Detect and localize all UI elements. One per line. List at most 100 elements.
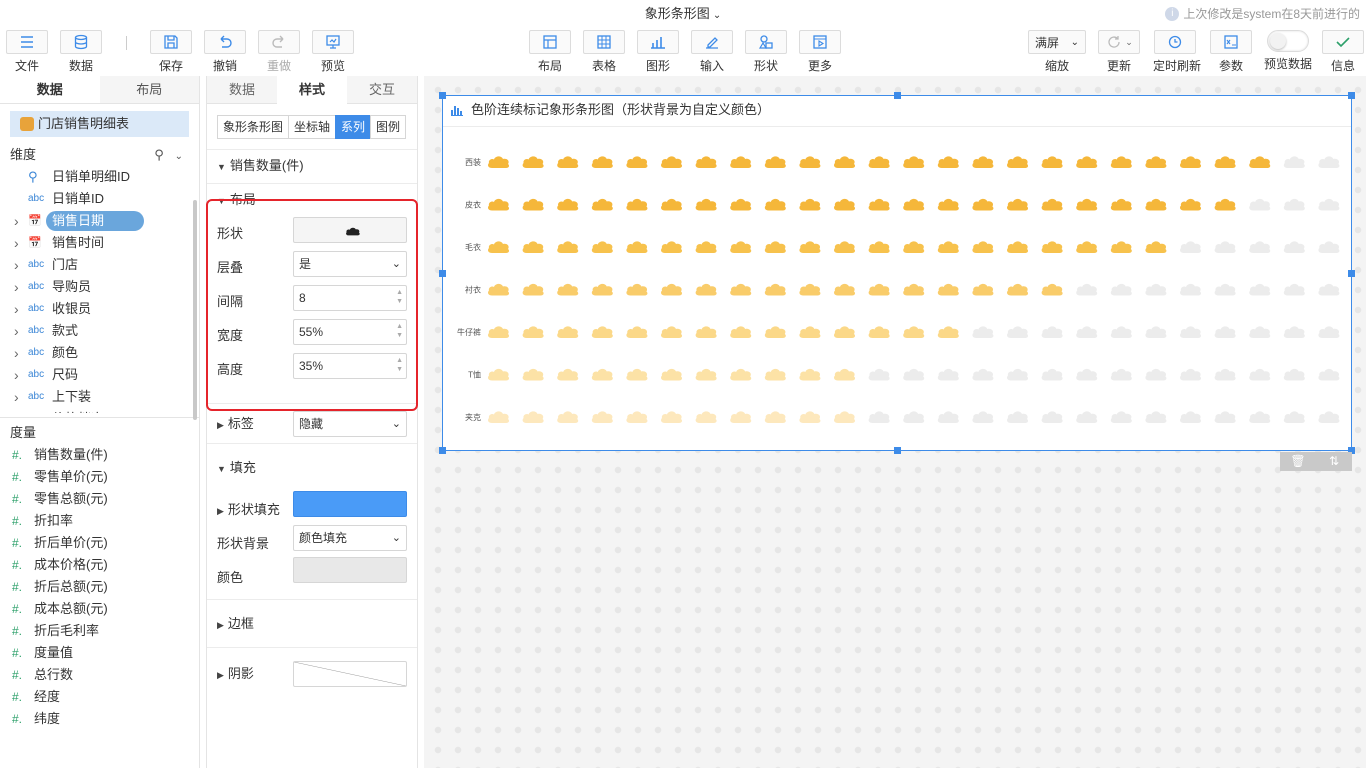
table-button[interactable]: 表格 [582, 30, 626, 74]
trash-icon[interactable]: 🗑 [1280, 452, 1316, 471]
resize-handle[interactable] [894, 92, 901, 99]
resize-handle[interactable] [439, 447, 446, 454]
bar-symbol [834, 326, 856, 338]
undo-button[interactable]: 撤销 [203, 30, 247, 74]
bar-symbol [557, 241, 579, 253]
chevron-down-icon[interactable]: ⌄ [175, 151, 183, 162]
bg-color-swatch[interactable] [293, 557, 407, 583]
number-type-icon: #. [12, 470, 23, 484]
tab-style[interactable]: 样式 [277, 76, 347, 104]
layout-button[interactable]: 布局 [528, 30, 572, 74]
fill-group-header[interactable]: ▼ 填充 [207, 443, 417, 491]
tab-layout[interactable]: 布局 [99, 76, 199, 103]
chevron-right-icon[interactable]: › [14, 320, 19, 342]
measure-field[interactable]: #. 零售单价(元) [0, 466, 199, 488]
dataset-selector[interactable]: 门店销售明细表 [10, 111, 189, 137]
tab-data[interactable]: 数据 [0, 76, 100, 103]
measure-field[interactable]: #. 折扣率 [0, 510, 199, 532]
input-button[interactable]: 输入 [690, 30, 734, 74]
dimension-field[interactable]: › 📅 销售日期 [0, 210, 199, 232]
chevron-right-icon[interactable]: › [14, 210, 19, 232]
chart-widget[interactable]: 色阶连续标记象形条形图（形状背景为自定义颜色） 西装 皮衣 毛衣 衬衣 牛仔裤 T恤 夹克 [439, 92, 1355, 454]
bar-background-symbol [972, 368, 994, 381]
chevron-right-icon[interactable]: › [14, 232, 19, 254]
subtab-pictorial-bar[interactable]: 象形条形图 [217, 115, 290, 139]
timer-refresh-button[interactable]: 定时刷新 [1153, 30, 1201, 74]
resize-handle[interactable] [1348, 92, 1355, 99]
series-selector[interactable]: ▼ 销售数量(件) [207, 149, 417, 181]
resize-handle[interactable] [1348, 270, 1355, 277]
dimension-field[interactable]: › abc 导购员 [0, 276, 199, 298]
chevron-right-icon[interactable]: › [14, 298, 19, 320]
chevron-right-icon[interactable]: › [14, 386, 19, 408]
info-button[interactable]: 信息 [1321, 30, 1365, 74]
subtab-axis[interactable]: 坐标轴 [288, 115, 337, 139]
subtab-legend[interactable]: 图例 [370, 115, 407, 139]
dimension-field[interactable]: › abc 颜色 [0, 342, 199, 364]
chevron-right-icon[interactable]: › [14, 364, 19, 386]
resize-handle[interactable] [439, 270, 446, 277]
scrollbar[interactable] [193, 200, 197, 420]
measure-field[interactable]: #. 成本价格(元) [0, 554, 199, 576]
preview-data-toggle[interactable]: 预览数据 [1263, 30, 1313, 72]
dimension-field[interactable]: › abc 门店 [0, 254, 199, 276]
measure-field[interactable]: #. 成本总额(元) [0, 598, 199, 620]
update-button[interactable]: ⌄ 更新 [1097, 30, 1141, 74]
dimension-field[interactable]: › abc 尺码 [0, 364, 199, 386]
redo-button[interactable]: 重做 [257, 30, 301, 74]
shape-button[interactable]: 形状 [744, 30, 788, 74]
shape-fill-row: ▶ 形状填充 [207, 491, 417, 525]
dimension-field[interactable]: › abc 上下装 [0, 386, 199, 408]
bar-symbol [522, 156, 544, 168]
graph-button[interactable]: 图形 [636, 30, 680, 74]
chevron-down-icon[interactable]: ⌄ [713, 10, 721, 21]
measure-field[interactable]: #. 经度 [0, 686, 199, 708]
switch-icon[interactable]: ⇅ [1316, 452, 1352, 471]
dimension-field[interactable]: › abc 款式 [0, 320, 199, 342]
measure-field[interactable]: #. 总行数 [0, 664, 199, 686]
save-button[interactable]: 保存 [149, 30, 193, 74]
search-icon[interactable]: ⚲ [154, 147, 164, 162]
bar-symbol [1145, 198, 1167, 211]
measure-field[interactable]: #. 销售数量(件) [0, 444, 199, 466]
field-name: 零售总额(元) [34, 491, 108, 506]
tag-select[interactable]: 隐藏 ⌄ [293, 411, 407, 437]
measure-field[interactable]: #. 纬度 [0, 708, 199, 730]
params-button[interactable]: 参数 [1209, 30, 1253, 74]
subtab-series[interactable]: 系列 [335, 115, 372, 139]
chevron-right-icon[interactable]: › [14, 342, 19, 364]
file-button[interactable]: 文件 [5, 30, 49, 74]
tab-interaction[interactable]: 交互 [347, 76, 417, 104]
dimension-field[interactable]: › abc 价格档次 [0, 408, 199, 413]
preview-button[interactable]: 预览 [311, 30, 355, 74]
tab-data-settings[interactable]: 数据 [207, 76, 277, 104]
chevron-right-icon[interactable]: › [14, 276, 19, 298]
zoom-control[interactable]: 满屏 ⌄ 缩放 [1027, 30, 1087, 74]
shadow-group-header[interactable]: ▶ 阴影 [207, 647, 417, 699]
shape-bg-select[interactable]: 颜色填充 ⌄ [293, 525, 407, 551]
dimension-field[interactable]: abc 日销单ID [0, 188, 199, 210]
resize-handle[interactable] [894, 447, 901, 454]
measure-field[interactable]: #. 零售总额(元) [0, 488, 199, 510]
shadow-picker[interactable] [293, 661, 407, 687]
number-type-icon: #. [12, 580, 23, 594]
shape-fill-color[interactable] [293, 491, 407, 517]
window-title[interactable]: 象形条形图 ⌄ i 上次修改是system在8天前进行的 [0, 0, 1366, 28]
chevron-right-icon[interactable]: › [14, 254, 19, 276]
bar-symbol [799, 326, 821, 338]
bar-symbol [591, 283, 613, 296]
resize-handle[interactable] [439, 92, 446, 99]
dimension-field[interactable]: ⚲ 日销单明细ID [0, 166, 199, 188]
measure-field[interactable]: #. 度量值 [0, 642, 199, 664]
dimension-field[interactable]: › abc 收银员 [0, 298, 199, 320]
toggle-switch[interactable] [1267, 30, 1309, 52]
measure-field[interactable]: #. 折后总额(元) [0, 576, 199, 598]
chevron-right-icon[interactable]: › [14, 408, 19, 413]
measure-field[interactable]: #. 折后毛利率 [0, 620, 199, 642]
data-button[interactable]: 数据 [59, 30, 103, 74]
border-group-header[interactable]: ▶ 边框 [207, 599, 417, 647]
params-label: 参数 [1218, 59, 1243, 73]
measure-field[interactable]: #. 折后单价(元) [0, 532, 199, 554]
dimension-field[interactable]: › 📅 销售时间 [0, 232, 199, 254]
more-button[interactable]: 更多 [798, 30, 842, 74]
